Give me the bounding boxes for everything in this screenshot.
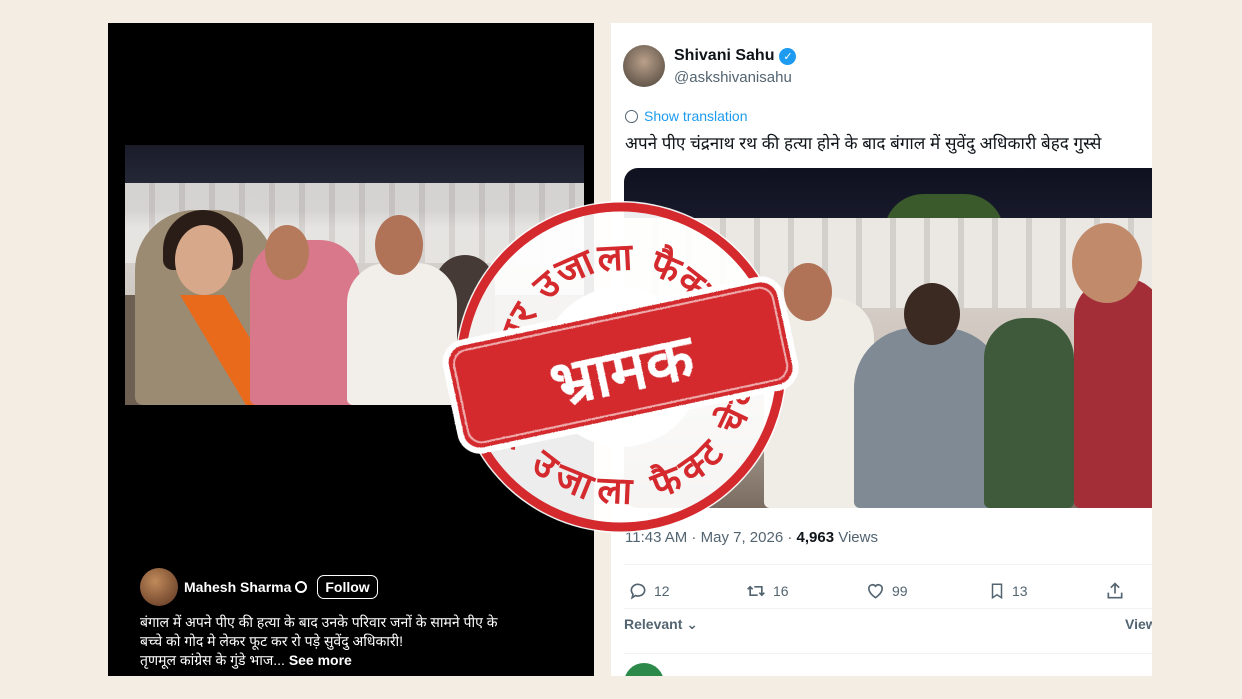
bookmark-icon <box>991 583 1003 600</box>
man-white-kurta <box>347 263 457 405</box>
tweet-text: अपने पीए चंद्रनाथ रथ की हत्या होने के बा… <box>625 134 1102 153</box>
follow-button[interactable]: Follow <box>317 575 378 599</box>
tweet-author-name-row[interactable]: Shivani Sahu ✓ <box>674 47 797 65</box>
man-red-shirt <box>1074 278 1152 508</box>
chevron-down-icon: ⌄ <box>686 616 698 632</box>
globe-icon <box>295 581 308 593</box>
show-translation-link[interactable]: Show translation <box>625 108 748 124</box>
bookmark-button[interactable]: 13 <box>988 581 1028 601</box>
reply-sort-dropdown[interactable]: Relevant ⌄ <box>624 616 698 633</box>
reply-button[interactable]: 12 <box>628 581 670 601</box>
left-video-thumbnail[interactable] <box>125 145 584 405</box>
reply-avatar <box>624 663 664 676</box>
author-name[interactable]: Mahesh Sharma <box>184 579 291 595</box>
heart-icon <box>867 583 884 599</box>
tweet-meta: 11:43 AM · May 7, 2026 · 4,963 Views <box>625 529 878 546</box>
see-more-link[interactable]: See more <box>289 652 352 668</box>
tweet-author-avatar[interactable] <box>623 45 665 87</box>
repost-button[interactable]: 16 <box>745 581 789 601</box>
tweet-panel: Shivani Sahu ✓ @askshivanisahu Show tran… <box>611 23 1152 676</box>
tweet-video[interactable] <box>624 168 1152 508</box>
post-caption: बंगाल में अपने पीए की हत्या के बाद उनके … <box>140 614 498 668</box>
woman-grey-top <box>854 328 1004 508</box>
share-icon <box>1107 582 1123 599</box>
left-post-panel: Mahesh Sharma Follow बंगाल में अपने पीए … <box>108 23 594 676</box>
verified-badge-icon: ✓ <box>779 47 797 65</box>
author-avatar[interactable] <box>140 568 178 606</box>
reply-icon <box>630 583 646 600</box>
tweet-actions: 12 16 99 13 <box>625 581 1152 605</box>
repost-icon <box>747 585 765 597</box>
share-button[interactable] <box>1105 581 1125 601</box>
like-button[interactable]: 99 <box>865 581 908 601</box>
translate-icon <box>625 109 638 123</box>
tweet-handle[interactable]: @askshivanisahu <box>674 69 792 86</box>
post-author-row: Mahesh Sharma Follow <box>140 568 378 606</box>
view-link[interactable]: View <box>1125 616 1152 632</box>
